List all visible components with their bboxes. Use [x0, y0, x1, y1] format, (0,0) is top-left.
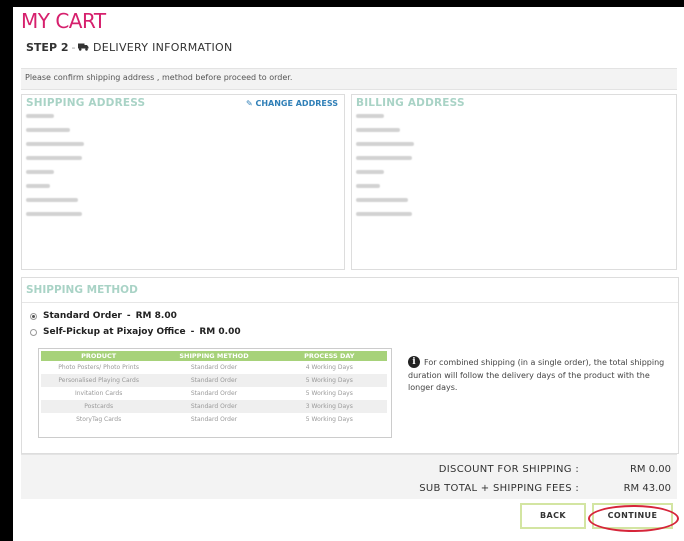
- shipping-info-note: For combined shipping (in a single order…: [408, 358, 665, 392]
- truck-icon: [78, 41, 89, 54]
- shipping-method-heading: SHIPPING METHOD: [26, 284, 138, 296]
- billing-address-heading: BILLING ADDRESS: [356, 97, 465, 109]
- table-cell: StoryTag Cards: [76, 416, 122, 423]
- table-cell: Standard Order: [190, 364, 238, 371]
- redacted-address-line: [356, 212, 412, 216]
- redacted-address-line: [26, 156, 82, 160]
- option-label: Self-Pickup at Pixajoy Office: [43, 327, 186, 337]
- billing-address-panel: BILLING ADDRESS: [351, 94, 677, 270]
- option-separator: -: [126, 311, 131, 321]
- table-cell: 5 Working Days: [305, 390, 353, 397]
- redacted-address-line: [26, 128, 70, 132]
- change-address-label: CHANGE ADDRESS: [255, 99, 338, 108]
- back-button[interactable]: BACK: [520, 503, 586, 529]
- table-row: StoryTag Cards Standard Order 5 Working …: [41, 413, 387, 426]
- step-label: STEP 2: [26, 41, 69, 54]
- redacted-address-line: [356, 128, 400, 132]
- shipping-days-table: PRODUCT SHIPPING METHOD PROCESS DAY Phot…: [38, 348, 392, 438]
- page-title: MY CART: [21, 9, 106, 33]
- redacted-address-line: [356, 198, 408, 202]
- option-label: Standard Order: [43, 311, 122, 321]
- step-title: DELIVERY INFORMATION: [92, 41, 233, 54]
- confirm-bar: Please confirm shipping address , method…: [21, 68, 677, 90]
- redacted-address-line: [356, 142, 414, 146]
- shipping-method-panel: SHIPPING METHOD Standard Order - RM 8.00…: [21, 277, 679, 454]
- continue-button[interactable]: CONTINUE: [592, 503, 673, 529]
- table-cell: Standard Order: [156, 400, 272, 413]
- table-row: Photo Posters/ Photo Prints Standard Ord…: [41, 361, 387, 374]
- redacted-address-line: [26, 142, 84, 146]
- table-cell: 4 Working Days: [305, 364, 353, 371]
- redacted-address-line: [356, 184, 380, 188]
- table-cell: Invitation Cards: [74, 390, 123, 397]
- subtotal-label: SUB TOTAL + SHIPPING FEES :: [419, 483, 579, 494]
- column-header: PRODUCT: [41, 351, 157, 361]
- radio-button[interactable]: [30, 312, 37, 320]
- redacted-address-line: [356, 156, 412, 160]
- redacted-address-line: [26, 184, 50, 188]
- option-price: RM 8.00: [135, 311, 177, 321]
- step-separator: -: [71, 41, 76, 54]
- table-cell: Standard Order: [190, 390, 238, 397]
- change-address-link[interactable]: ✎ CHANGE ADDRESS: [246, 99, 338, 108]
- step-header: STEP 2- DELIVERY INFORMATION: [26, 41, 233, 54]
- column-header: PROCESS DAY: [271, 351, 387, 361]
- edit-icon: ✎: [245, 99, 253, 108]
- redacted-address-line: [26, 212, 82, 216]
- redacted-address-line: [356, 114, 384, 118]
- table-cell: Personalised Playing Cards: [41, 374, 157, 387]
- redacted-address-line: [356, 170, 384, 174]
- confirm-text: Please confirm shipping address , method…: [25, 73, 293, 82]
- radio-button[interactable]: [30, 328, 37, 336]
- shipping-option-self-pickup[interactable]: Self-Pickup at Pixajoy Office - RM 0.00: [30, 327, 241, 337]
- table-cell: 5 Working Days: [271, 374, 387, 387]
- table-cell: 5 Working Days: [305, 416, 353, 423]
- process-day-table: PRODUCT SHIPPING METHOD PROCESS DAY Phot…: [41, 351, 387, 426]
- table-row: Invitation Cards Standard Order 5 Workin…: [41, 387, 387, 400]
- table-row: Personalised Playing Cards Standard Orde…: [41, 374, 387, 387]
- table-header-row: PRODUCT SHIPPING METHOD PROCESS DAY: [41, 351, 387, 361]
- table-row: Postcards Standard Order 3 Working Days: [41, 400, 387, 413]
- redacted-address-line: [26, 170, 54, 174]
- discount-value: RM 0.00: [629, 464, 671, 475]
- column-header: SHIPPING METHOD: [156, 351, 272, 361]
- option-separator: -: [190, 327, 195, 337]
- shipping-option-standard[interactable]: Standard Order - RM 8.00: [30, 311, 177, 321]
- cart-page: MY CART STEP 2- DELIVERY INFORMATION Ple…: [13, 7, 684, 541]
- divider: [22, 302, 678, 303]
- discount-label: DISCOUNT FOR SHIPPING :: [438, 464, 579, 475]
- redacted-address-line: [26, 114, 54, 118]
- shipping-address-heading: SHIPPING ADDRESS: [26, 97, 146, 109]
- shipping-address-panel: SHIPPING ADDRESS ✎ CHANGE ADDRESS: [21, 94, 345, 270]
- subtotal-value: RM 43.00: [623, 483, 671, 494]
- redacted-address-line: [26, 198, 78, 202]
- table-cell: Postcards: [41, 400, 157, 413]
- table-cell: Standard Order: [190, 416, 238, 423]
- option-price: RM 0.00: [199, 327, 241, 337]
- table-cell: 3 Working Days: [271, 400, 387, 413]
- table-cell: Photo Posters/ Photo Prints: [58, 364, 140, 371]
- order-summary: DISCOUNT FOR SHIPPING : RM 0.00 SUB TOTA…: [21, 454, 677, 499]
- table-cell: Standard Order: [156, 374, 272, 387]
